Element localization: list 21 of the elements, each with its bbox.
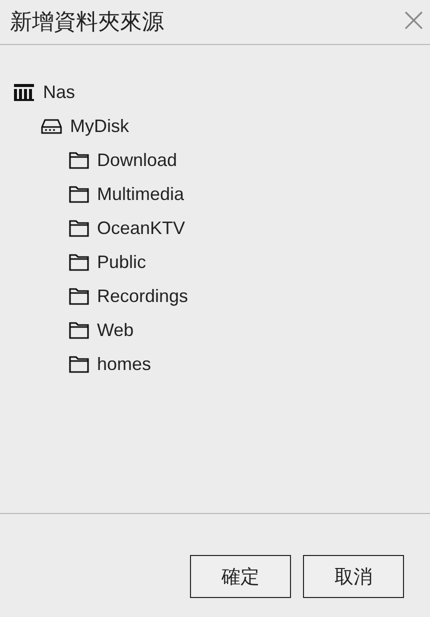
- tree-item[interactable]: Web: [97, 320, 134, 340]
- tree-item[interactable]: Download: [97, 150, 178, 170]
- tree-item[interactable]: MyDisk: [70, 116, 129, 136]
- folder-icon: [69, 288, 89, 304]
- tree-item[interactable]: homes: [97, 354, 152, 374]
- tree-item[interactable]: Multimedia: [97, 184, 184, 204]
- dialog-title: 新增資料夾來源: [10, 9, 164, 37]
- folder-icon: [69, 254, 89, 270]
- tree-item[interactable]: OceanKTV: [97, 218, 186, 238]
- tree-item[interactable]: Public: [97, 252, 146, 272]
- tree-item[interactable]: Recordings: [97, 286, 188, 306]
- folder-icon: [69, 322, 89, 338]
- cancel-button[interactable]: 取消: [303, 555, 404, 598]
- tree-item[interactable]: Nas: [43, 82, 76, 102]
- folder-icon: [69, 356, 89, 372]
- confirm-button[interactable]: 確定: [190, 555, 291, 598]
- folder-icon: [69, 186, 89, 202]
- folder-icon: [69, 152, 89, 168]
- hard-drive-icon: [41, 118, 62, 134]
- server-icon: [13, 82, 35, 102]
- folder-icon: [69, 220, 89, 236]
